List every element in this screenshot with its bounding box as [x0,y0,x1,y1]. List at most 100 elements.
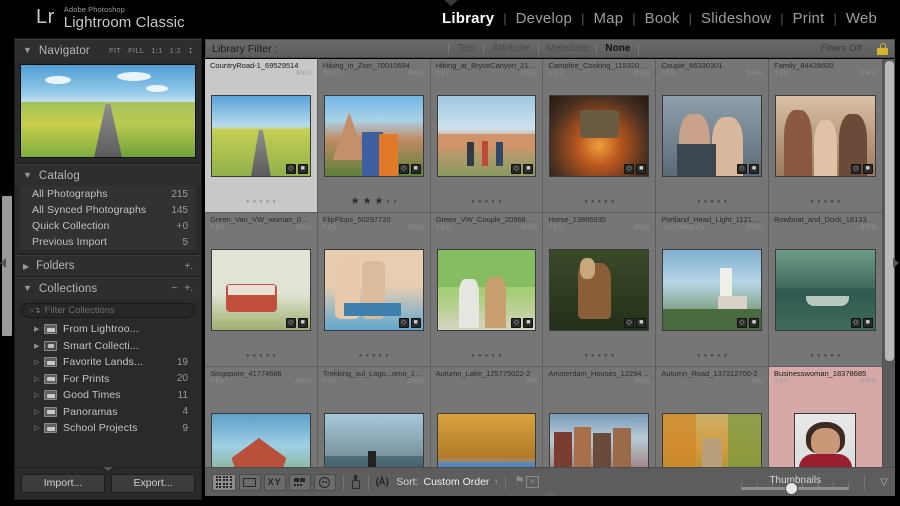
lock-icon[interactable] [877,43,888,55]
rating-row[interactable]: ●●●●● [543,346,655,366]
develop-badge[interactable]: ■ [636,164,646,174]
crop-badge[interactable]: ◇ [286,318,296,328]
rating-row[interactable]: ●●●●● [431,192,543,212]
zoom-fit-button[interactable]: FIT [109,46,121,55]
crop-badge[interactable]: ◇ [511,318,521,328]
catalog-item-all-synced-photographs[interactable]: All Synced Photographs 145 [20,202,196,218]
rating-dot[interactable]: ● [259,197,263,207]
filters-caret-icon[interactable]: ‹ [867,45,869,52]
zoom-1to2-button[interactable]: 1:2 [170,46,181,55]
rating-dot[interactable]: ● [379,351,383,361]
photo-thumbnail[interactable] [662,413,762,467]
rating-dot[interactable]: ● [246,351,250,361]
rating-dot[interactable]: ● [359,351,363,361]
photo-thumbnail[interactable]: ◇ ■ [324,95,424,177]
rating-dot[interactable]: ● [372,351,376,361]
develop-badge[interactable]: ■ [863,318,873,328]
develop-badge[interactable]: ■ [411,164,421,174]
rating-dot[interactable]: ● [604,351,608,361]
develop-badge[interactable]: ■ [523,164,533,174]
survey-view-button[interactable] [289,474,311,491]
crop-badge[interactable]: ◇ [286,164,296,174]
rating-dot[interactable]: ● [491,197,495,207]
sort-value[interactable]: Custom Order [423,476,489,488]
grid-cell[interactable]: Trekking_sul_Lago...omo_193948354 0 EVJP… [318,367,431,467]
rating-dot[interactable]: ● [837,351,841,361]
rating-dot[interactable]: ● [837,197,841,207]
navigator-twisty-icon[interactable]: ▼ [23,46,32,55]
photo-thumbnail[interactable]: ◇ ■ [549,95,649,177]
develop-badge[interactable]: ■ [749,318,759,328]
rating-dot[interactable]: ● [478,351,482,361]
rating-dot[interactable]: ● [611,197,615,207]
rating-dot[interactable]: ● [697,351,701,361]
rating-dot[interactable]: ● [597,351,601,361]
crop-badge[interactable]: ◇ [851,164,861,174]
rating-dot[interactable]: ● [471,351,475,361]
rating-star-filled[interactable]: ★ [363,197,372,207]
rating-dot[interactable]: ● [611,351,615,361]
develop-badge[interactable]: ■ [636,318,646,328]
collection-item-school-projects[interactable]: ▷ School Projects 9 [20,420,196,437]
filter-tab-attribute[interactable]: Attribute [483,43,537,54]
flag-icon[interactable]: ⚑ [513,475,526,489]
collections-header[interactable]: ▼ Collections − +. [15,277,201,299]
crop-badge[interactable]: ◇ [737,318,747,328]
grid-cell[interactable]: Couple_66330301 0 EVJPEG ◇ ■ [656,59,769,212]
catalog-item-quick-collection[interactable]: Quick Collection + 0 [20,218,196,234]
collections-minus-icon[interactable]: − [172,283,178,294]
crop-badge[interactable]: ◇ [399,164,409,174]
sort-az-icon[interactable]: (Å ) [376,477,389,488]
photo-thumbnail[interactable]: ◇ ■ [324,249,424,331]
collection-item-smart-collections[interactable]: ▶ Smart Collecti... [20,338,196,355]
rating-dot[interactable]: ● [252,351,256,361]
rating-row[interactable]: ●●●●● [431,346,543,366]
crop-badge[interactable]: ◇ [399,318,409,328]
photo-thumbnail[interactable] [794,413,856,467]
grid-cell[interactable]: Businesswoman_18378685 0 EVJPEG [769,367,882,467]
develop-badge[interactable]: ■ [523,318,533,328]
photo-thumbnail[interactable]: ◇ ■ [437,95,537,177]
loupe-view-button[interactable] [239,474,261,491]
toolbar-options-caret-icon[interactable]: ▽ [880,477,888,488]
rating-row[interactable]: ●●●●● [543,192,655,212]
disclosure-arrow-icon[interactable]: ▷ [34,358,44,366]
right-panel-collapse-arrow[interactable] [893,258,899,268]
sort-caret-icon[interactable]: ↕ [494,479,498,486]
rating-dot[interactable]: ● [584,351,588,361]
module-develop[interactable]: Develop [507,10,581,27]
develop-badge[interactable]: ■ [863,164,873,174]
module-map[interactable]: Map [584,10,632,27]
module-web[interactable]: Web [837,10,886,27]
crop-badge[interactable]: ◇ [511,164,521,174]
photo-thumbnail[interactable]: ◇ ■ [211,95,311,177]
navigator-preview[interactable] [20,64,196,158]
rating-dot[interactable]: ● [724,351,728,361]
catalog-twisty-icon[interactable]: ▼ [23,171,32,180]
disclosure-arrow-icon[interactable]: ▷ [34,375,44,383]
rating-dot[interactable]: ● [272,197,276,207]
filter-tab-none[interactable]: None [596,43,638,54]
rating-dot[interactable]: ● [810,351,814,361]
rating-dot[interactable]: ● [824,197,828,207]
rating-dot[interactable]: ● [266,351,270,361]
rating-star-filled[interactable]: ★ [351,197,360,207]
module-library[interactable]: Library [433,10,503,27]
crop-badge[interactable]: ◇ [624,318,634,328]
collection-item-from-lightroom[interactable]: ▶ From Lightroo... [20,321,196,338]
module-book[interactable]: Book [636,10,689,27]
rating-dot[interactable]: ● [259,351,263,361]
module-slideshow[interactable]: Slideshow [692,10,780,27]
grid-scrollbar-thumb[interactable] [885,61,894,361]
rating-dot[interactable]: ● [485,197,489,207]
grid-cell[interactable]: Hiking_at_BryceCanyon_211015870 0 EVJPEG… [431,59,544,212]
rating-dot[interactable]: ● [246,197,250,207]
thumbnail-size-slider[interactable]: Thumbnails [741,475,849,490]
folders-add-icon[interactable]: +. [184,261,193,272]
folders-header[interactable]: ▶ Folders +. [15,255,201,276]
rating-dot[interactable]: ● [387,197,391,207]
crop-badge[interactable]: ◇ [851,318,861,328]
filters-off-label[interactable]: Filters Off [821,43,862,54]
develop-badge[interactable]: ■ [298,318,308,328]
rating-dot[interactable]: ● [817,351,821,361]
